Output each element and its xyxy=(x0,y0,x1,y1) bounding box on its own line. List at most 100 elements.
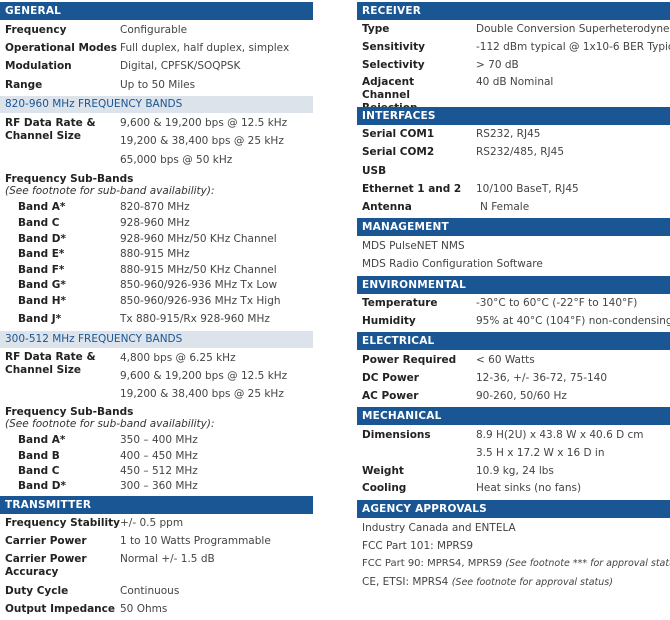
spec-value: 3.5 H x 17.2 W x 16 D in xyxy=(476,447,605,459)
spec-value: Configurable xyxy=(120,24,188,36)
band-label: Band F* xyxy=(18,264,65,276)
band-value: 880-915 MHz xyxy=(120,248,190,260)
approval-text: Industry Canada and ENTELA xyxy=(362,519,516,537)
rate-value: 4,800 bps @ 6.25 kHz xyxy=(120,352,236,364)
approval-text: CE, ETSI: MPRS4 (See footnote for approv… xyxy=(362,573,613,592)
spec-label: Selectivity xyxy=(362,59,425,71)
spec-value: RS232, RJ45 xyxy=(476,128,541,140)
band-label: Band D* xyxy=(18,480,66,492)
section-header-management: MANAGEMENT xyxy=(357,218,670,236)
section-header-receiver: RECEIVER xyxy=(357,2,670,20)
spec-label: Frequency xyxy=(5,24,67,36)
spec-value: 12-36, +/- 36-72, 75-140 xyxy=(476,372,608,384)
spec-value: -112 dBm typical @ 1x10-6 BER Typical xyxy=(476,41,670,53)
band-value: 450 – 512 MHz xyxy=(120,465,198,477)
spec-label: Power Required xyxy=(362,354,457,366)
band-label: Band C xyxy=(18,217,60,229)
band-label: Band C xyxy=(18,465,60,477)
spec-label: Serial COM2 xyxy=(362,146,435,158)
approval-name: Industry Canada and ENTELA xyxy=(362,522,516,534)
spec-value: RS232/485, RJ45 xyxy=(476,146,565,158)
sub-bands-label: Frequency Sub-Bands xyxy=(5,406,134,418)
spec-label: Antenna xyxy=(362,201,412,213)
rate-value: 19,200 & 38,400 bps @ 25 kHz xyxy=(120,388,284,400)
spec-value: 1 to 10 Watts Programmable xyxy=(120,535,271,547)
approval-footnote: (See footnote for approval status) xyxy=(451,577,613,588)
spec-value: -30°C to 60°C (-22°F to 140°F) xyxy=(476,297,638,309)
band-value: 850-960/926-936 MHz Tx High xyxy=(120,295,281,307)
spec-label: Temperature xyxy=(362,297,438,309)
band-label: Band D* xyxy=(18,233,66,245)
footnote-text: (See footnote for sub-band availability)… xyxy=(5,185,215,197)
rate-value: 65,000 bps @ 50 kHz xyxy=(120,154,233,166)
spec-value: Continuous xyxy=(120,585,180,597)
spec-label: Frequency Stability xyxy=(5,517,120,529)
spec-label: AC Power xyxy=(362,390,419,402)
section-header-agency-approvals: AGENCY APPROVALS xyxy=(357,500,670,518)
section-header-electrical: ELECTRICAL xyxy=(357,332,670,350)
spec-label: Carrier Power xyxy=(5,535,87,547)
section-header-transmitter: TRANSMITTER xyxy=(0,496,313,514)
band-value: 300 – 360 MHz xyxy=(120,480,198,492)
band-label: Band G* xyxy=(18,279,66,291)
band-label: Band A* xyxy=(18,201,66,213)
spec-label: Operational Modes xyxy=(5,42,118,54)
spec-value: 90-260, 50/60 Hz xyxy=(476,390,567,402)
rate-value: 19,200 & 38,400 bps @ 25 kHz xyxy=(120,135,284,147)
band-label: Band E* xyxy=(18,248,65,260)
spec-label: Duty Cycle xyxy=(5,585,69,597)
spec-label: Humidity xyxy=(362,315,416,327)
spec-value: Full duplex, half duplex, simplex xyxy=(120,42,290,54)
spec-label: Serial COM1 xyxy=(362,128,435,140)
spec-label: Cooling xyxy=(362,482,407,494)
band-value: Tx 880-915/Rx 928-960 MHz xyxy=(120,313,270,325)
spec-value: +/- 0.5 ppm xyxy=(120,517,184,529)
spec-value: Up to 50 Miles xyxy=(120,79,196,91)
management-text: MDS PulseNET NMS xyxy=(362,240,465,252)
sub-bands-label: Frequency Sub-Bands xyxy=(5,173,134,185)
spec-label: Ethernet 1 and 2 xyxy=(362,183,462,195)
band-label: Band J* xyxy=(18,313,62,325)
spec-label: USB xyxy=(362,165,387,177)
band-value: 820-870 MHz xyxy=(120,201,190,213)
section-header-environmental: ENVIRONMENTAL xyxy=(357,276,670,294)
spec-value: Double Conversion Superheterodyne xyxy=(476,23,670,35)
management-text: MDS Radio Configuration Software xyxy=(362,258,543,270)
approval-text: FCC Part 101: MPRS9 xyxy=(362,537,473,555)
spec-value: 40 dB Nominal xyxy=(476,76,554,88)
spec-label: Weight xyxy=(362,465,404,477)
spec-label: DC Power xyxy=(362,372,419,384)
approval-name: CE, ETSI: MPRS4 xyxy=(362,576,449,588)
band-value: 880-915 MHz/50 KHz Channel xyxy=(120,264,277,276)
approval-footnote: (See footnote *** for approval status) xyxy=(505,558,670,569)
spec-label: Sensitivity xyxy=(362,41,425,53)
subsection-header-820-960: 820-960 MHz FREQUENCY BANDS xyxy=(0,96,313,113)
spec-value: 8.9 H(2U) x 43.8 W x 40.6 D cm xyxy=(476,429,644,441)
spec-value: Heat sinks (no fans) xyxy=(476,482,582,494)
band-label: Band H* xyxy=(18,295,67,307)
section-header-interfaces: INTERFACES xyxy=(357,107,670,125)
spec-label: Type xyxy=(362,23,390,35)
spec-value: > 70 dB xyxy=(476,59,519,71)
band-value: 928-960 MHz xyxy=(120,217,190,229)
spec-label: Dimensions xyxy=(362,429,431,441)
band-value: 350 – 400 MHz xyxy=(120,434,198,446)
approval-text: FCC Part 90: MPRS4, MPRS9 (See footnote … xyxy=(362,555,670,573)
spec-value: N Female xyxy=(480,201,530,213)
approval-name: FCC Part 90: MPRS4, MPRS9 xyxy=(362,558,503,569)
rate-value: 9,600 & 19,200 bps @ 12.5 kHz xyxy=(120,370,288,382)
spec-value: 95% at 40°C (104°F) non-condensing xyxy=(476,315,670,327)
subsection-header-300-512: 300-512 MHz FREQUENCY BANDS xyxy=(0,331,313,348)
band-label: Band B xyxy=(18,450,60,462)
spec-label: Modulation xyxy=(5,60,72,72)
footnote-text: (See footnote for sub-band availability)… xyxy=(5,418,215,430)
spec-label: Carrier Power Accuracy xyxy=(5,553,87,578)
band-value: 928-960 MHz/50 KHz Channel xyxy=(120,233,277,245)
band-value: 850-960/926-936 MHz Tx Low xyxy=(120,279,278,291)
spec-value: 10/100 BaseT, RJ45 xyxy=(476,183,579,195)
spec-label: Output Impedance xyxy=(5,603,115,615)
section-header-mechanical: MECHANICAL xyxy=(357,407,670,425)
rf-data-rate-label: RF Data Rate & Channel Size xyxy=(5,117,96,142)
rf-data-rate-label: RF Data Rate & Channel Size xyxy=(5,351,96,376)
spec-value: < 60 Watts xyxy=(476,354,535,366)
